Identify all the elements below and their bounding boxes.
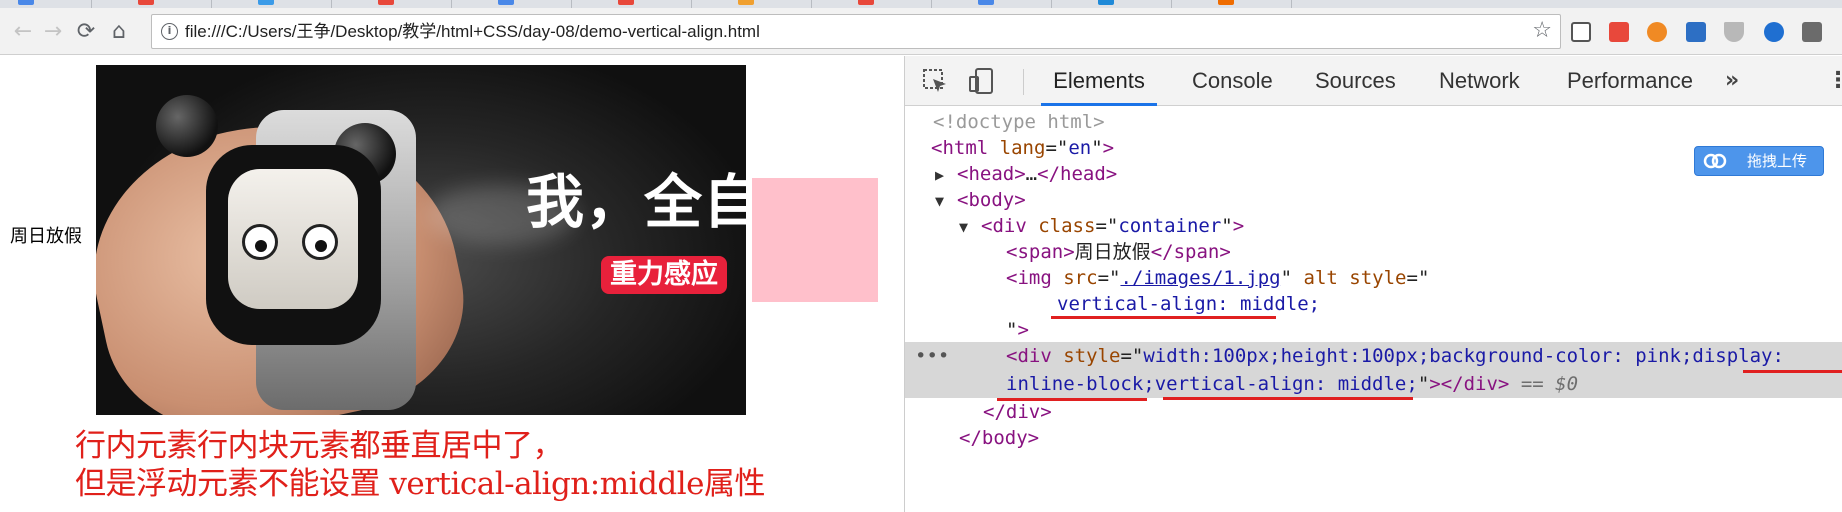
- qr-code-icon[interactable]: [1571, 22, 1591, 42]
- tab-favicon-icon: [858, 0, 874, 5]
- knob-left-shape: [156, 95, 218, 157]
- banner-badge: 重力感应: [601, 256, 727, 294]
- annotation-line-1: 行内元素行内块元素都垂直居中了，: [75, 428, 563, 464]
- toolbar-separator: [1023, 69, 1024, 95]
- tab-favicon-icon: [138, 0, 154, 5]
- devtools-tab-bar: Elements Console Sources Network Perform…: [905, 56, 1842, 106]
- grid-icon[interactable]: [1802, 22, 1822, 42]
- annotation-underline: [997, 398, 1147, 401]
- url-text[interactable]: file:///C:/Users/王争/Desktop/教学/html+CSS/…: [185, 22, 760, 42]
- reload-button[interactable]: ⟳: [73, 19, 99, 45]
- browser-tab[interactable]: [960, 0, 1052, 8]
- robot-eye-right: [302, 224, 338, 260]
- annotation-underline: [1051, 316, 1276, 319]
- browser-tab[interactable]: [1080, 0, 1172, 8]
- browser-tab[interactable]: [360, 0, 452, 8]
- pink-inline-block-box: [752, 178, 878, 302]
- device-toolbar-icon[interactable]: [967, 67, 995, 95]
- tab-sources[interactable]: Sources: [1315, 56, 1396, 106]
- browser-tab[interactable]: [480, 0, 572, 8]
- collapse-triangle-icon[interactable]: ▼: [935, 187, 957, 215]
- dom-node-img-close[interactable]: ">: [905, 316, 1842, 344]
- devtools-panel: Elements Console Sources Network Perform…: [904, 56, 1842, 512]
- browser-tab[interactable]: [600, 0, 692, 8]
- more-tabs-button[interactable]: »: [1725, 56, 1739, 106]
- collapse-triangle-icon[interactable]: ▼: [959, 213, 981, 241]
- dom-node-container-close[interactable]: </div>: [905, 398, 1842, 426]
- tab-favicon-icon: [1098, 0, 1114, 5]
- console-ref: == $0: [1520, 373, 1579, 395]
- dom-node-img[interactable]: <img src="./images/1.jpg" alt style=": [905, 264, 1842, 292]
- browser-tab[interactable]: [1200, 0, 1292, 8]
- inspect-element-icon[interactable]: [921, 67, 949, 95]
- tab-favicon-icon: [978, 0, 994, 5]
- browser-toolbar: ← → ⟳ ⌂ i file:///C:/Users/王争/Desktop/教学…: [0, 8, 1842, 55]
- s-icon[interactable]: [1686, 22, 1706, 42]
- annotation-note: 行内元素行内块元素都垂直居中了， 但是浮动元素不能设置 vertical-ali…: [75, 427, 765, 503]
- dom-node-img-style[interactable]: vertical-align: middle;: [905, 290, 1842, 318]
- tab-performance[interactable]: Performance: [1567, 56, 1693, 106]
- address-bar[interactable]: i file:///C:/Users/王争/Desktop/教学/html+CS…: [151, 14, 1561, 49]
- annotation-line-2: 但是浮动元素不能设置 vertical-align:middle属性: [75, 466, 765, 502]
- dom-node-html[interactable]: <html lang="en">: [905, 134, 1842, 162]
- link-icon[interactable]: [1647, 22, 1667, 42]
- fe-icon[interactable]: [1609, 22, 1629, 42]
- dom-node-body-close[interactable]: </body>: [905, 424, 1842, 452]
- q-icon[interactable]: [1764, 22, 1784, 42]
- tab-favicon-icon: [738, 0, 754, 5]
- robot-eye-left: [242, 224, 278, 260]
- browser-tab[interactable]: [720, 0, 812, 8]
- browser-tab[interactable]: [840, 0, 932, 8]
- v-icon[interactable]: [1724, 22, 1744, 42]
- page-viewport: 周日放假 我，全自动 重力感应 行内元素行内块元素都垂直居中了， 但是浮动元素不…: [0, 56, 904, 512]
- tab-favicon-icon: [498, 0, 514, 5]
- tab-favicon-icon: [378, 0, 394, 5]
- tab-console[interactable]: Console: [1192, 56, 1273, 106]
- bookmark-star-icon[interactable]: ☆: [1532, 19, 1552, 43]
- dom-node-container[interactable]: ▼ <div class="container">: [905, 212, 1842, 240]
- browser-tab[interactable]: [0, 0, 92, 8]
- annotation-underline: [1743, 370, 1842, 373]
- dom-node-span[interactable]: <span>周日放假</span>: [905, 238, 1842, 266]
- expand-triangle-icon[interactable]: ▶: [935, 161, 957, 189]
- browser-tab[interactable]: [120, 0, 212, 8]
- robot-face-shape: [206, 145, 381, 345]
- banner-slogan: 我，全自动: [526, 168, 746, 236]
- node-actions-ellipsis[interactable]: •••: [915, 342, 949, 370]
- tab-strip: [0, 0, 1842, 8]
- tab-elements[interactable]: Elements: [1041, 56, 1157, 106]
- back-button[interactable]: ←: [10, 19, 36, 45]
- devtools-menu-button[interactable]: ⋮: [1827, 56, 1842, 106]
- home-button[interactable]: ⌂: [106, 19, 132, 45]
- dom-node-doctype[interactable]: <!doctype html>: [905, 108, 1842, 136]
- tab-network[interactable]: Network: [1439, 56, 1520, 106]
- browser-tab[interactable]: [240, 0, 332, 8]
- img-src-link[interactable]: ./images/1.jpg: [1120, 267, 1280, 289]
- tab-favicon-icon: [258, 0, 274, 5]
- forward-button[interactable]: →: [40, 19, 66, 45]
- tab-favicon-icon: [18, 0, 34, 5]
- dom-node-body[interactable]: ▼ <body>: [905, 186, 1842, 214]
- info-icon[interactable]: i: [161, 23, 178, 40]
- dom-node-selected-div-cont[interactable]: inline-block;vertical-align: middle;"></…: [905, 370, 1842, 398]
- dom-node-head[interactable]: ▶ <head>…</head>: [905, 160, 1842, 188]
- product-banner-image: 我，全自动 重力感应: [96, 65, 746, 415]
- side-text: 周日放假: [10, 226, 82, 247]
- doctype-text: <!doctype html>: [933, 111, 1105, 133]
- robot-face-plate: [228, 169, 358, 309]
- tab-favicon-icon: [1218, 0, 1234, 5]
- tab-favicon-icon: [618, 0, 634, 5]
- annotation-underline: [1163, 397, 1413, 400]
- dom-node-selected-div[interactable]: ••• <div style="width:100px;height:100px…: [905, 342, 1842, 370]
